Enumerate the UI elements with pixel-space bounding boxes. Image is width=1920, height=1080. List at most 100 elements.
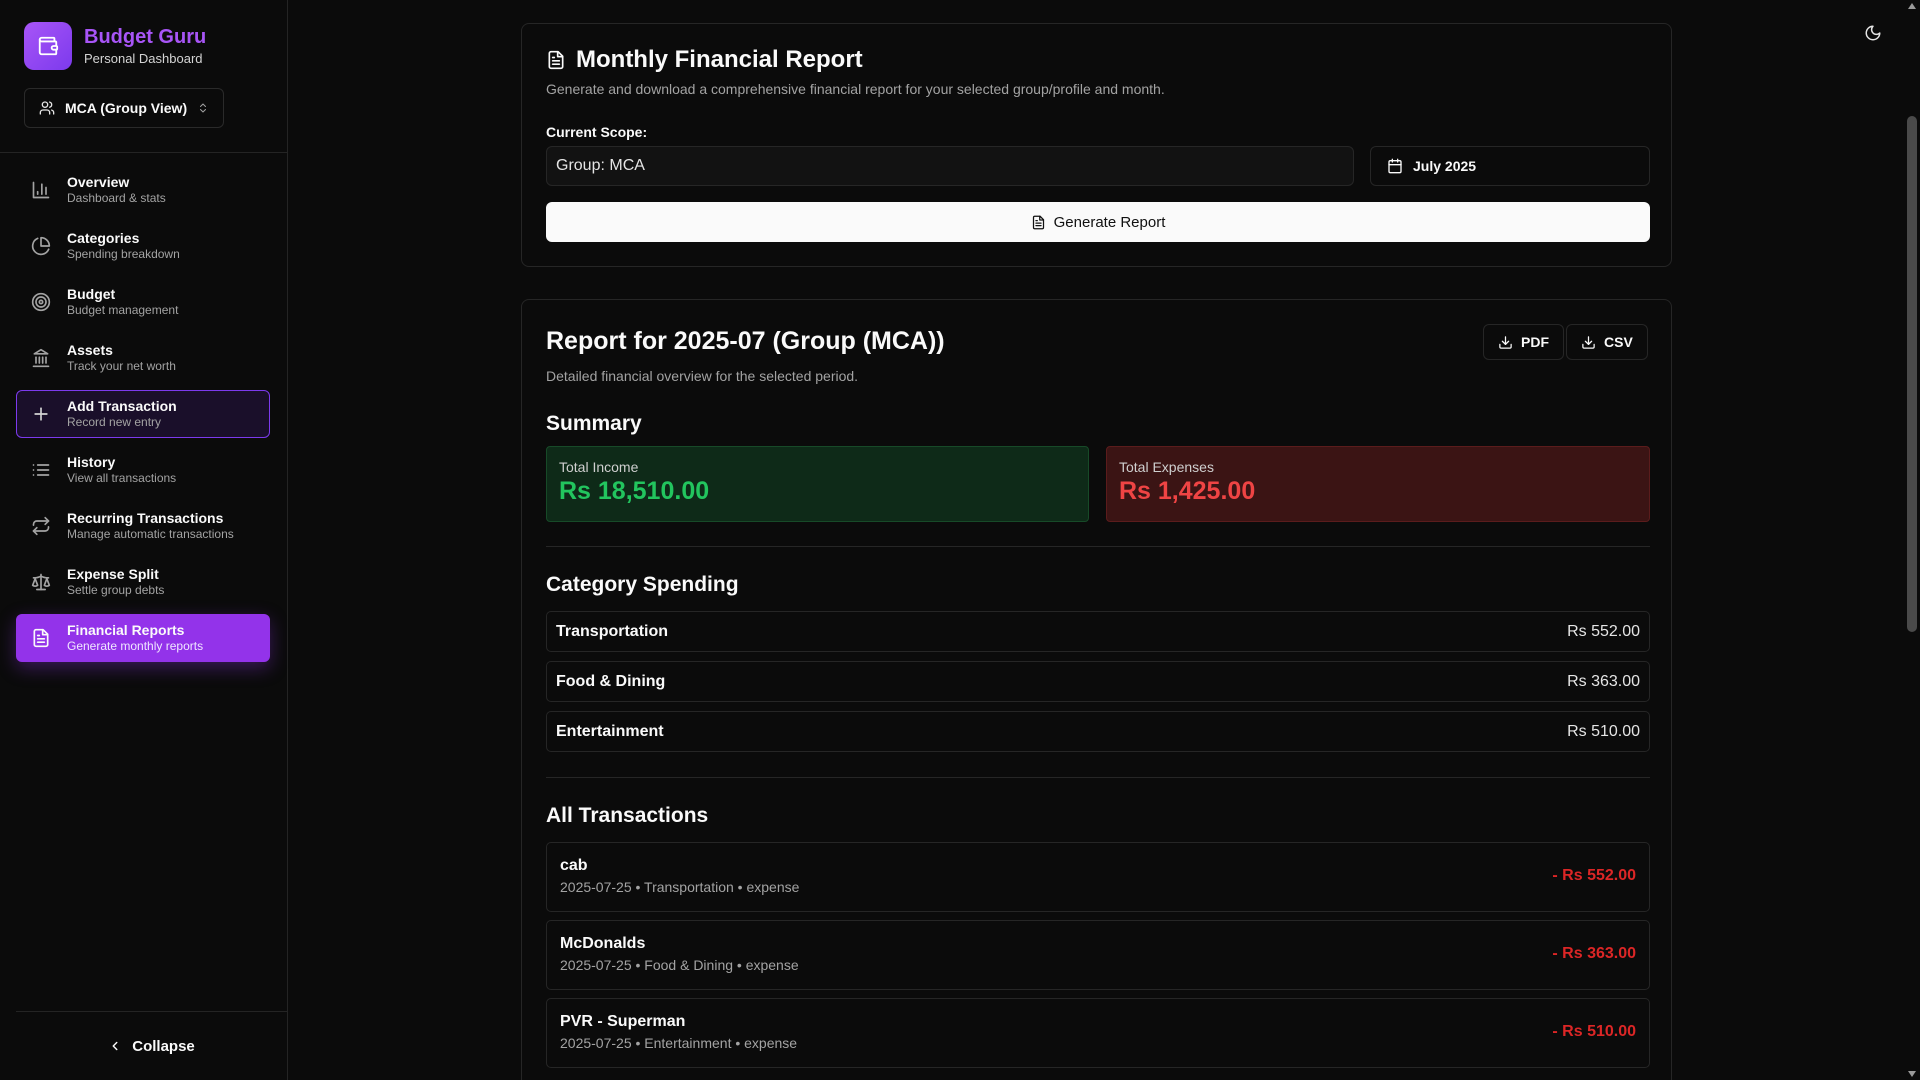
brand-name: Budget Guru [84,26,207,48]
report-card: Report for 2025-07 (Group (MCA)) PDF CSV… [521,299,1672,1080]
category-row: Entertainment Rs 510.00 [546,711,1650,752]
download-pdf-button[interactable]: PDF [1483,324,1564,360]
transaction-meta: 2025-07-25 • Entertainment • expense [560,1035,798,1051]
transaction-meta: 2025-07-25 • Food & Dining • expense [560,957,799,973]
transaction-row: McDonalds 2025-07-25 • Food & Dining • e… [546,920,1650,990]
sidebar-item-history[interactable]: History View all transactions [16,446,270,494]
download-pdf-label: PDF [1521,334,1549,350]
sidebar-item-title: Budget [67,286,116,302]
sidebar-item-desc: Spending breakdown [67,247,180,261]
sidebar-item-recurring-transactions[interactable]: Recurring Transactions Manage automatic … [16,502,270,550]
sidebar-item-financial-reports[interactable]: Financial Reports Generate monthly repor… [16,614,270,662]
sidebar-item-expense-split[interactable]: Expense Split Settle group debts [16,558,270,606]
category-row: Transportation Rs 552.00 [546,611,1650,652]
download-csv-label: CSV [1604,334,1633,350]
sidebar-item-title: Recurring Transactions [67,510,224,526]
total-income-card: Total Income Rs 18,510.00 [546,446,1089,522]
category-name: Food & Dining [556,672,666,690]
current-scope-label: Current Scope: [546,124,648,140]
month-picker-label: July 2025 [1413,158,1477,174]
pie-chart-icon [31,236,51,256]
target-icon [31,292,51,312]
brand-subtitle: Personal Dashboard [84,51,203,66]
sidebar-item-title: Financial Reports [67,622,185,638]
total-income-value: Rs 18,510.00 [559,477,710,505]
sidebar-item-overview[interactable]: Overview Dashboard & stats [16,166,270,214]
sidebar-item-title: History [67,454,116,470]
sidebar-item-budget[interactable]: Budget Budget management [16,278,270,326]
download-icon [1581,335,1596,350]
summary-heading: Summary [546,412,642,435]
list-icon [31,460,51,480]
scale-icon [31,572,51,592]
repeat-icon [31,516,51,536]
sidebar-item-title: Overview [67,174,130,190]
download-icon [1498,335,1513,350]
collapse-button[interactable]: Collapse [16,1011,287,1080]
category-amount: Rs 510.00 [1567,722,1640,740]
main-content: Monthly Financial Report Generate and do… [288,0,1920,1080]
sidebar-item-desc: Manage automatic transactions [67,527,234,541]
scroll-down-arrow-icon[interactable] [1908,1071,1916,1077]
transaction-row: cab 2025-07-25 • Transportation • expens… [546,842,1650,912]
transaction-name: McDonalds [560,935,646,952]
transaction-row: PVR - Superman 2025-07-25 • Entertainmen… [546,998,1650,1068]
transaction-name: PVR - Superman [560,1013,686,1030]
category-spending-heading: Category Spending [546,573,739,596]
transaction-amount: - Rs 552.00 [1552,867,1636,884]
category-amount: Rs 363.00 [1567,672,1640,690]
collapse-label: Collapse [132,1037,195,1055]
total-expenses-value: Rs 1,425.00 [1119,477,1256,505]
scroll-up-arrow-icon[interactable] [1908,3,1916,9]
sidebar-nav: Overview Dashboard & stats Categories Sp… [16,166,270,670]
sidebar-item-categories[interactable]: Categories Spending breakdown [16,222,270,270]
sidebar-item-desc: Generate monthly reports [67,639,204,653]
report-generator-heading: Monthly Financial Report [546,46,1647,74]
category-amount: Rs 552.00 [1567,622,1640,640]
plus-icon [31,404,51,424]
section-divider [546,546,1650,547]
transaction-name: cab [560,857,588,874]
file-text-icon [31,628,51,648]
report-subtitle: Detailed financial overview for the sele… [546,368,859,384]
report-generator-card: Monthly Financial Report Generate and do… [521,23,1672,267]
chevron-left-icon [108,1039,122,1053]
wallet-icon [24,22,72,70]
current-scope-field: Group: MCA [546,146,1354,186]
total-income-label: Total Income [559,459,639,475]
all-transactions-heading: All Transactions [546,804,709,827]
scope-selector[interactable]: MCA (Group View) [24,88,224,128]
users-icon [39,100,55,116]
report-generator-description: Generate and download a comprehensive fi… [546,81,1165,97]
chevrons-up-down-icon [197,101,209,115]
file-text-icon [1031,215,1046,230]
brand: Budget Guru Personal Dashboard [0,0,287,70]
vertical-scrollbar[interactable] [1904,0,1920,1080]
bar-chart-icon [31,180,51,200]
page-title: Monthly Financial Report [576,46,863,73]
category-name: Entertainment [556,722,664,740]
file-text-icon [546,50,566,70]
sidebar-item-title: Add Transaction [67,398,177,414]
moon-icon[interactable] [1862,22,1884,44]
sidebar-divider [0,152,287,153]
sidebar-item-desc: Budget management [67,303,179,317]
scope-selector-label: MCA (Group View) [65,100,188,116]
total-expenses-label: Total Expenses [1119,459,1214,475]
month-picker-button[interactable]: July 2025 [1370,146,1650,186]
transaction-meta: 2025-07-25 • Transportation • expense [560,879,800,895]
sidebar-item-desc: Track your net worth [67,359,176,373]
sidebar-item-assets[interactable]: Assets Track your net worth [16,334,270,382]
sidebar-item-desc: Record new entry [67,415,162,429]
sidebar-item-title: Categories [67,230,140,246]
sidebar: Budget Guru Personal Dashboard MCA (Grou… [0,0,288,1080]
sidebar-item-desc: View all transactions [67,471,177,485]
download-csv-button[interactable]: CSV [1566,324,1648,360]
sidebar-item-title: Assets [67,342,113,358]
calendar-icon [1387,158,1403,174]
sidebar-item-add-transaction[interactable]: Add Transaction Record new entry [16,390,270,438]
scrollbar-thumb[interactable] [1907,116,1917,632]
bank-icon [31,348,51,368]
generate-report-button[interactable]: Generate Report [546,202,1650,242]
total-expenses-card: Total Expenses Rs 1,425.00 [1106,446,1650,522]
